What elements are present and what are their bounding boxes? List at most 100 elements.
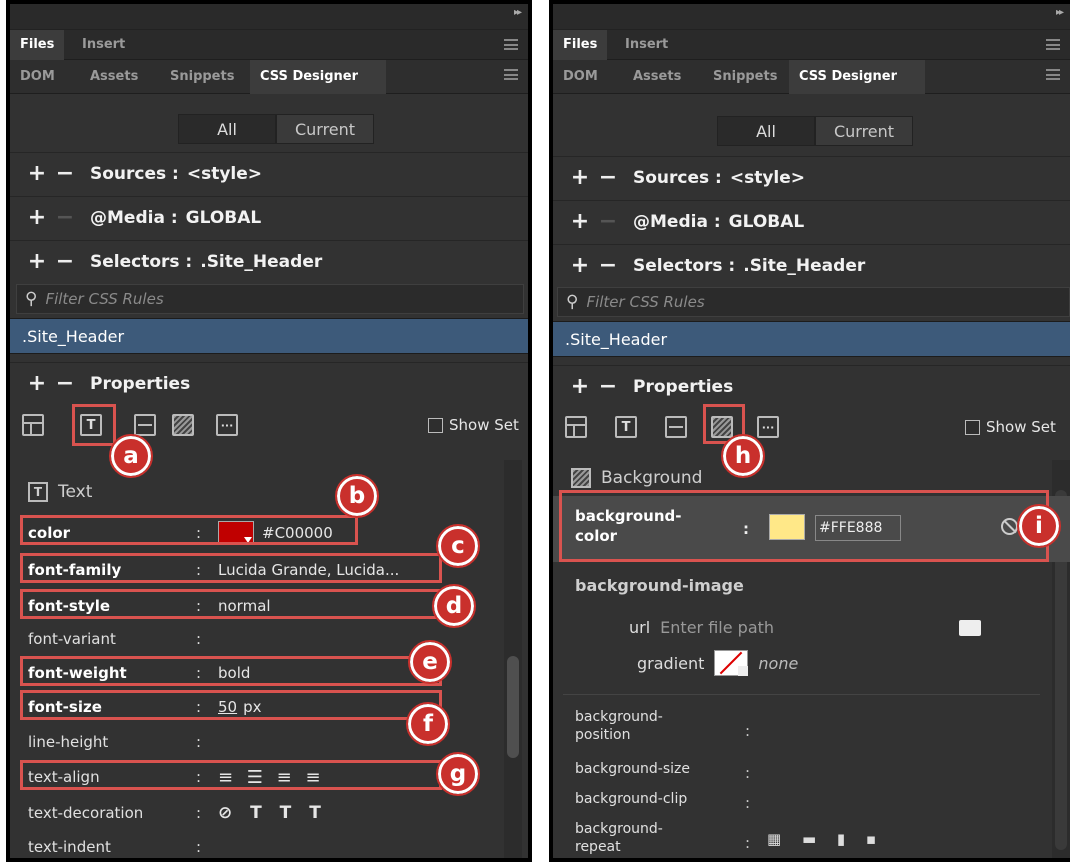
show-set-box[interactable] <box>428 417 443 433</box>
gradient-picker[interactable] <box>714 650 749 676</box>
add-selector-icon[interactable]: + <box>26 249 48 274</box>
show-set-box[interactable] <box>965 419 980 435</box>
url-input[interactable]: Enter file path <box>660 618 774 637</box>
panel-menu-icon[interactable] <box>1046 39 1060 50</box>
colon: : <box>745 834 751 852</box>
callout-f: f <box>406 702 450 746</box>
prop-name-background-clip: background-clip <box>575 791 688 807</box>
bg-position-line2: position <box>575 727 631 743</box>
add-property-icon[interactable]: + <box>26 371 48 396</box>
show-set-label: Show Set <box>986 418 1056 436</box>
prop-row-text-align[interactable]: text-align : ≡ ☰ ≡ ≡ <box>28 762 498 792</box>
color-value[interactable]: #C00000 <box>262 524 333 542</box>
sources-value: <style> <box>186 163 263 184</box>
collapse-icon[interactable]: ▸▸ <box>1056 7 1064 18</box>
sub-panel-menu-icon[interactable] <box>1046 69 1060 80</box>
text-category-icon[interactable]: T <box>615 416 637 438</box>
tab-files[interactable]: Files <box>553 30 608 60</box>
bg-repeat-icons[interactable]: ▦ ▬ ▮ ▪ <box>767 830 884 848</box>
add-source-icon[interactable]: + <box>26 161 48 186</box>
tab-assets[interactable]: Assets <box>80 60 148 94</box>
layout-category-icon[interactable] <box>22 414 44 436</box>
divider <box>563 694 1040 695</box>
add-source-icon[interactable]: + <box>569 165 591 190</box>
panel-menu-icon[interactable] <box>504 39 518 50</box>
properties-scrollbar[interactable] <box>504 460 522 858</box>
collapse-icon[interactable]: ▸▸ <box>514 7 522 18</box>
background-category-icon[interactable] <box>172 414 194 436</box>
background-category-icon[interactable] <box>711 416 733 438</box>
filter-css-rules-input[interactable]: ⚲ Filter CSS Rules <box>16 284 524 314</box>
remove-selector-icon[interactable]: − <box>597 253 619 278</box>
colon: : <box>743 520 749 538</box>
media-label: @Media : <box>90 207 178 228</box>
property-category-row: T ··· Show Set <box>553 410 1070 446</box>
add-property-icon[interactable]: + <box>569 374 591 399</box>
color-swatch[interactable] <box>218 521 254 545</box>
property-category-row: T ··· Show Set <box>10 408 528 444</box>
text-category-icon[interactable]: T <box>80 414 102 436</box>
sources-section: + − Sources : <style> <box>10 152 528 194</box>
tab-insert[interactable]: Insert <box>615 30 678 60</box>
prop-name-text-indent: text-indent <box>28 838 111 856</box>
prop-row-text-indent[interactable]: text-indent : <box>28 832 498 858</box>
colon: : <box>745 794 751 812</box>
add-selector-icon[interactable]: + <box>569 253 591 278</box>
prop-name-background-color: background- color <box>575 506 715 546</box>
prop-row-font-family[interactable]: font-family : Lucida Grande, Lucida... <box>28 555 498 585</box>
tab-assets[interactable]: Assets <box>623 60 691 94</box>
text-group-icon: T <box>28 482 48 502</box>
tab-files[interactable]: Files <box>10 30 65 60</box>
tab-insert[interactable]: Insert <box>72 30 135 60</box>
prop-name-line-height: line-height <box>28 733 109 751</box>
more-category-icon[interactable]: ··· <box>757 416 779 438</box>
remove-source-icon[interactable]: − <box>597 165 619 190</box>
text-group-title: T Text <box>28 482 92 502</box>
filter-css-rules-input[interactable]: ⚲ Filter CSS Rules <box>557 287 1070 317</box>
font-size-unit[interactable]: px <box>243 698 261 716</box>
show-set-checkbox[interactable]: Show Set <box>965 418 1056 436</box>
prop-row-font-style[interactable]: font-style : normal <box>28 591 498 621</box>
tab-dom[interactable]: DOM <box>553 60 608 94</box>
bg-color-value[interactable]: #FFE888 <box>815 515 901 541</box>
disable-property-icon[interactable] <box>1001 518 1018 535</box>
font-size-value[interactable]: 50 <box>218 698 237 716</box>
prop-row-text-decoration[interactable]: text-decoration : ⊘ T T T <box>28 798 498 828</box>
callout-a: a <box>109 434 153 478</box>
scrollbar-thumb[interactable] <box>507 656 519 758</box>
mode-all-button[interactable]: All <box>717 116 815 146</box>
tab-snippets[interactable]: Snippets <box>160 60 244 94</box>
prop-name-color: color <box>28 524 71 542</box>
add-media-icon[interactable]: + <box>26 205 48 230</box>
selector-item-site-header[interactable]: .Site_Header <box>10 318 528 354</box>
remove-property-icon[interactable]: − <box>54 371 76 396</box>
remove-property-icon[interactable]: − <box>597 374 619 399</box>
tab-css-designer[interactable]: CSS Designer <box>250 60 386 94</box>
show-set-checkbox[interactable]: Show Set <box>428 416 519 434</box>
remove-source-icon[interactable]: − <box>54 161 76 186</box>
tab-css-designer[interactable]: CSS Designer <box>789 60 925 94</box>
border-category-icon[interactable] <box>134 414 156 436</box>
border-category-icon[interactable] <box>665 416 687 438</box>
more-category-icon[interactable]: ··· <box>216 414 238 436</box>
sources-section: + − Sources : <style> <box>553 156 1070 198</box>
mode-current-button[interactable]: Current <box>276 114 374 144</box>
tab-dom[interactable]: DOM <box>10 60 65 94</box>
font-weight-value[interactable]: bold <box>218 664 498 682</box>
remove-media-icon: − <box>598 209 618 234</box>
selectors-value: .Site_Header <box>743 255 866 276</box>
tab-snippets[interactable]: Snippets <box>703 60 787 94</box>
prop-row-background-color[interactable]: background- color : #FFE888 <box>553 496 1070 562</box>
text-decoration-icons[interactable]: ⊘ T T T <box>218 803 498 823</box>
sub-panel-menu-icon[interactable] <box>504 69 518 80</box>
remove-selector-icon[interactable]: − <box>54 249 76 274</box>
prop-name-font-style: font-style <box>28 597 111 615</box>
selector-item-site-header[interactable]: .Site_Header <box>553 321 1070 357</box>
folder-icon[interactable] <box>959 620 981 636</box>
bg-color-swatch[interactable] <box>769 514 805 540</box>
add-media-icon[interactable]: + <box>569 209 591 234</box>
prop-row-color[interactable]: color : #C00000 <box>28 518 498 548</box>
layout-category-icon[interactable] <box>565 416 587 438</box>
mode-all-button[interactable]: All <box>178 114 276 144</box>
mode-current-button[interactable]: Current <box>815 116 913 146</box>
